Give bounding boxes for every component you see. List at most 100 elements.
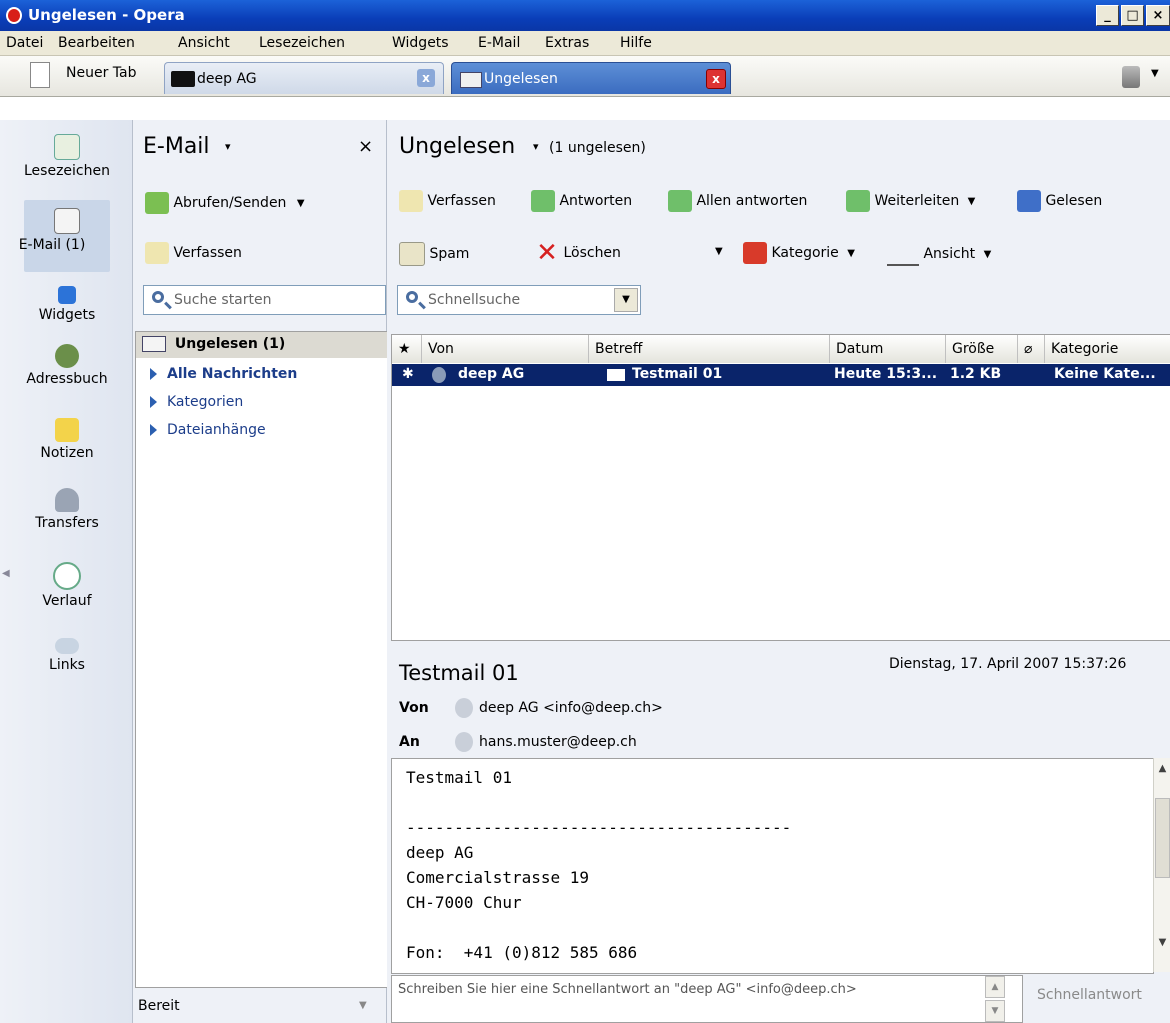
column-date[interactable]: Datum — [830, 335, 946, 363]
menu-lesezeichen[interactable]: Lesezeichen — [259, 35, 345, 51]
minimize-button[interactable]: _ — [1096, 5, 1119, 26]
delete-icon: ✕ — [536, 238, 558, 268]
expand-icon[interactable] — [150, 368, 157, 380]
reply-all-button[interactable]: Allen antworten — [668, 190, 807, 212]
expand-icon[interactable] — [150, 396, 157, 408]
reply-button[interactable]: Antworten — [531, 190, 632, 212]
mail-view: Ungelesen ▾ (1 ungelesen) Verfassen Antw… — [387, 120, 1170, 1023]
maximize-button[interactable]: □ — [1121, 5, 1144, 26]
panel-notizen[interactable]: Notizen — [10, 418, 124, 461]
mail-icon — [607, 369, 625, 381]
quick-reply-scrollbar[interactable]: ▲ ▼ — [985, 976, 1005, 1022]
menu-bearbeiten[interactable]: Bearbeiten — [58, 35, 135, 51]
collapse-panel-icon[interactable]: ◀ — [2, 568, 10, 579]
tab-deep-ag[interactable]: deep AG x — [164, 62, 444, 94]
forward-dropdown-icon[interactable]: ▼ — [968, 196, 976, 207]
quick-search-dropdown-icon[interactable]: ▼ — [614, 288, 638, 312]
quick-reply-input[interactable]: Schreiben Sie hier eine Schnellantwort a… — [391, 975, 1023, 1023]
panel-adressbuch[interactable]: Adressbuch — [10, 344, 124, 387]
menu-hilfe[interactable]: Hilfe — [620, 35, 652, 51]
mark-read-button[interactable]: Gelesen — [1017, 190, 1102, 212]
column-size[interactable]: Größe — [946, 335, 1018, 363]
view-title[interactable]: Ungelesen — [399, 134, 515, 159]
category-dropdown-icon[interactable]: ▼ — [847, 248, 855, 259]
status-dropdown-icon[interactable]: ▼ — [359, 1000, 367, 1011]
expand-icon[interactable] — [150, 424, 157, 436]
from-address[interactable]: deep AG <info@deep.ch> — [479, 700, 663, 716]
folder-dateianhaenge[interactable]: Dateianhänge — [150, 422, 266, 438]
table-row[interactable]: ✱ deep AG Testmail 01 Heute 15:3... 1.2 … — [392, 364, 1170, 386]
panel-verlauf[interactable]: Verlauf — [10, 562, 124, 609]
delete-button[interactable]: ✕ Löschen — [535, 238, 621, 268]
tab-close-icon[interactable]: x — [417, 69, 435, 87]
mail-panel: E-Mail ▾ × Abrufen/Senden ▼ Verfassen Su… — [133, 120, 388, 1023]
new-tab-button[interactable]: Neuer Tab — [66, 65, 136, 81]
mail-panel-close-icon[interactable]: × — [358, 136, 373, 157]
quick-search-input[interactable]: Schnellsuche ▼ — [397, 285, 641, 315]
fetch-send-button[interactable]: Abrufen/Senden ▼ — [145, 192, 305, 214]
tab-close-icon[interactable]: x — [706, 69, 726, 89]
mail-panel-dropdown-icon[interactable]: ▾ — [225, 140, 231, 153]
menu-email[interactable]: E-Mail — [478, 35, 520, 51]
to-address[interactable]: hans.muster@deep.ch — [479, 734, 637, 750]
panel-lesezeichen[interactable]: Lesezeichen — [10, 134, 124, 179]
mail-panel-title[interactable]: E-Mail — [143, 134, 210, 159]
mail-tab-icon — [460, 72, 482, 88]
folder-kategorien[interactable]: Kategorien — [150, 394, 243, 410]
reply-icon — [531, 190, 555, 212]
menu-bar: Datei Bearbeiten Ansicht Lesezeichen Wid… — [0, 31, 1170, 56]
row-star[interactable]: ✱ — [402, 366, 414, 382]
column-star[interactable]: ★ — [392, 335, 422, 363]
compose-button[interactable]: Verfassen — [145, 242, 242, 264]
forward-icon — [846, 190, 870, 212]
column-subject[interactable]: Betreff — [589, 335, 830, 363]
mail-search-input[interactable]: Suche starten — [143, 285, 386, 315]
compose-icon — [145, 242, 169, 264]
column-attachment[interactable]: ⌀ — [1018, 335, 1045, 363]
forward-button[interactable]: Weiterleiten ▼ — [846, 190, 975, 212]
scroll-up-icon[interactable]: ▲ — [985, 976, 1005, 998]
scroll-down-icon[interactable]: ▼ — [985, 1000, 1005, 1022]
close-button[interactable]: × — [1146, 5, 1170, 26]
column-from[interactable]: Von — [422, 335, 589, 363]
scroll-thumb[interactable] — [1155, 798, 1170, 878]
tab-ungelesen[interactable]: Ungelesen x — [451, 62, 731, 94]
compose-button[interactable]: Verfassen — [399, 190, 496, 212]
trash-icon[interactable] — [1122, 66, 1140, 88]
view-options-dropdown-icon[interactable]: ▼ — [984, 249, 992, 260]
body-scrollbar[interactable]: ▲ ▼ — [1153, 758, 1170, 972]
category-button[interactable]: Kategorie ▼ — [743, 242, 855, 264]
mark-read-icon — [1017, 190, 1041, 212]
panel-selector: Lesezeichen E-Mail (1) Widgets Adressbuc… — [0, 120, 133, 1023]
quick-reply-button[interactable]: Schnellantwort — [1037, 987, 1142, 1003]
status-text: Bereit — [138, 998, 180, 1014]
menu-datei[interactable]: Datei — [6, 35, 43, 51]
trash-dropdown-icon[interactable]: ▼ — [1151, 68, 1159, 79]
panel-email[interactable]: E-Mail (1) — [19, 200, 110, 272]
menu-ansicht[interactable]: Ansicht — [178, 35, 230, 51]
panel-links[interactable]: Links — [10, 638, 124, 673]
scroll-down-icon[interactable]: ▼ — [1154, 934, 1170, 951]
spam-button[interactable]: Spam — [399, 242, 469, 266]
column-category[interactable]: Kategorie — [1045, 335, 1170, 363]
menu-widgets[interactable]: Widgets — [392, 35, 449, 51]
view-options-button[interactable]: Ansicht ▼ — [887, 242, 991, 266]
window-title: Ungelesen - Opera — [28, 6, 185, 24]
folder-alle-nachrichten[interactable]: Alle Nachrichten — [150, 366, 297, 382]
new-tab-icon — [30, 62, 50, 88]
fetch-send-dropdown-icon[interactable]: ▼ — [297, 198, 305, 209]
search-icon — [152, 291, 164, 303]
tab-bar: Neuer Tab deep AG x Ungelesen x ▼ — [0, 56, 1170, 97]
folder-tree: Ungelesen (1) Alle Nachrichten Kategorie… — [135, 331, 388, 988]
row-size: 1.2 KB — [950, 366, 1002, 382]
menu-extras[interactable]: Extras — [545, 35, 589, 51]
folder-ungelesen[interactable]: Ungelesen (1) — [142, 336, 285, 352]
tab-label: deep AG — [197, 71, 257, 87]
panel-transfers[interactable]: Transfers — [10, 488, 124, 531]
message-body: Testmail 01 ----------------------------… — [391, 758, 1154, 974]
scroll-up-icon[interactable]: ▲ — [1154, 760, 1170, 777]
reply-all-icon — [668, 190, 692, 212]
delete-dropdown-icon[interactable]: ▼ — [715, 246, 723, 257]
panel-widgets[interactable]: Widgets — [10, 286, 124, 323]
view-title-dropdown-icon[interactable]: ▾ — [533, 140, 539, 153]
